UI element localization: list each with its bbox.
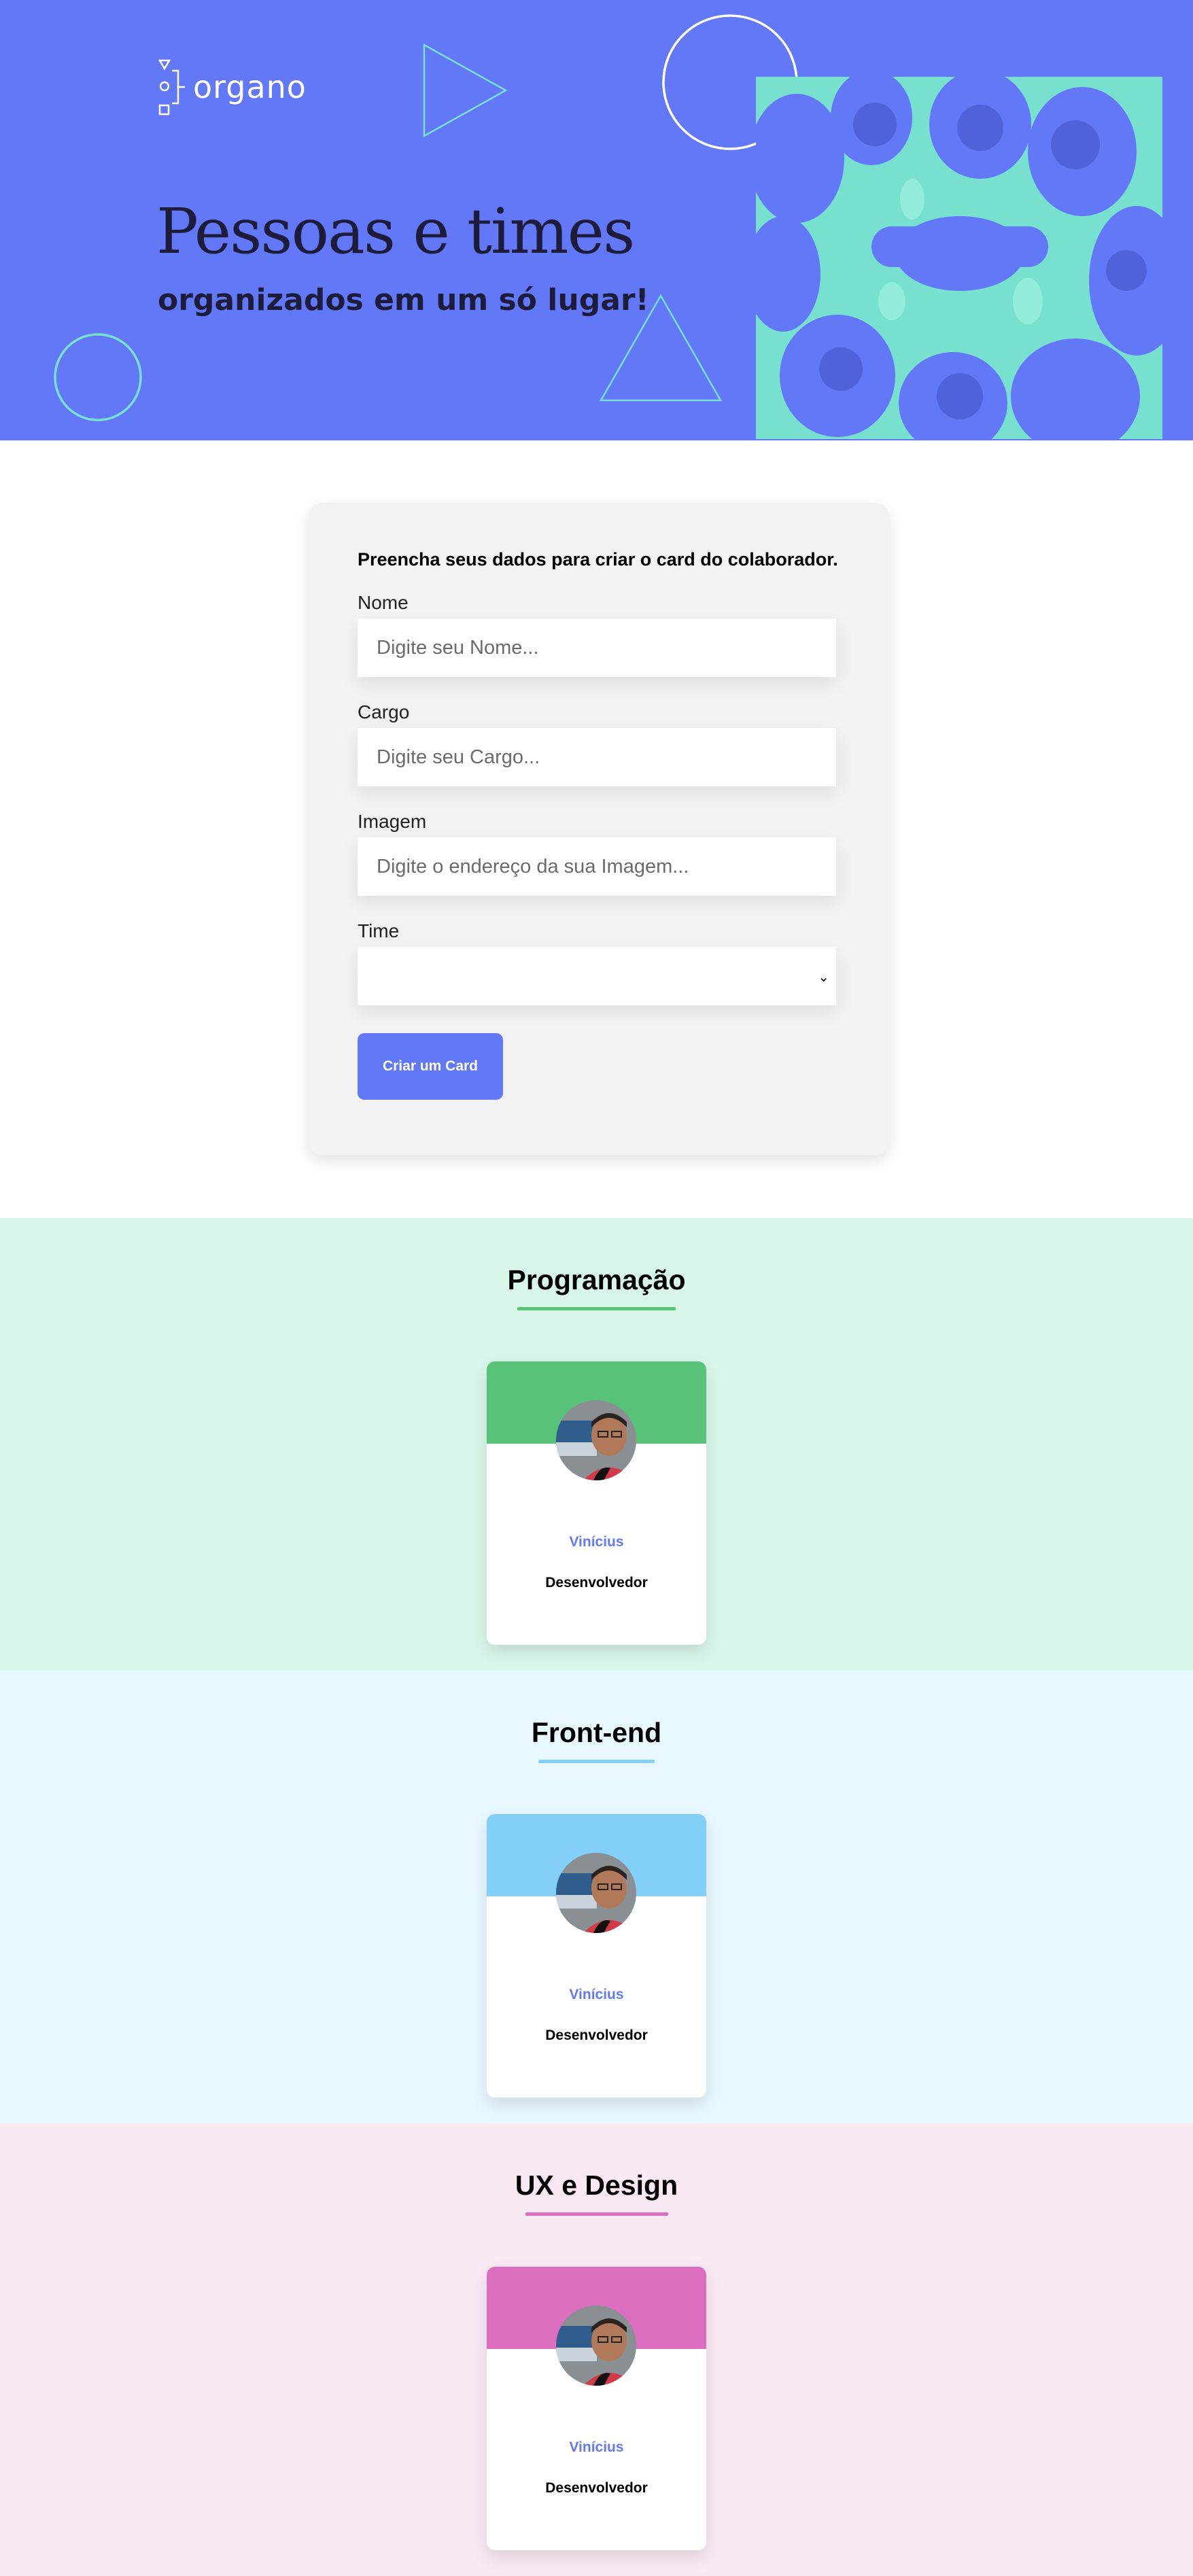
- form-heading: Preencha seus dados para criar o card do…: [358, 549, 838, 570]
- team-title-underline: [517, 1307, 676, 1310]
- image-url-input[interactable]: [358, 837, 836, 896]
- team-title: Front-end: [531, 1717, 662, 1748]
- team-section-programacao: Programação Vinícius Desenvolvedor: [0, 1218, 1193, 1671]
- card-name: Vinícius: [569, 2439, 624, 2455]
- avatar: [556, 2305, 636, 2386]
- image-label: Imagem: [358, 811, 427, 832]
- card-name: Vinícius: [569, 1534, 624, 1550]
- team-section-ux-design: UX e Design Vinícius Desenvolvedor: [0, 2123, 1193, 2576]
- card-role: Desenvolvedor: [545, 2027, 648, 2043]
- hero-title: Pessoas e times: [156, 195, 635, 268]
- name-label: Nome: [358, 592, 409, 613]
- logo-text: organo: [193, 69, 307, 105]
- team-title: Programação: [507, 1264, 686, 1295]
- collaborator-card[interactable]: Vinícius Desenvolvedor: [487, 2267, 706, 2550]
- team-select[interactable]: ⌄: [358, 947, 836, 1005]
- card-role: Desenvolvedor: [545, 1575, 648, 1590]
- avatar: [556, 1400, 636, 1480]
- team-hands-photo: [756, 77, 1162, 439]
- role-label: Cargo: [358, 701, 410, 723]
- name-input[interactable]: [358, 619, 836, 677]
- create-card-button[interactable]: Criar um Card: [358, 1033, 503, 1100]
- team-label: Time: [358, 920, 400, 941]
- circle-teal-decoration: [54, 333, 142, 421]
- hero-banner: organo Pessoas e times organizados em um…: [0, 0, 1193, 440]
- collaborator-card[interactable]: Vinícius Desenvolvedor: [487, 1361, 706, 1645]
- team-title-underline: [538, 1760, 655, 1763]
- role-input[interactable]: [358, 728, 836, 786]
- collaborator-form: Preencha seus dados para criar o card do…: [309, 503, 889, 1155]
- avatar: [556, 1853, 636, 1933]
- card-role: Desenvolvedor: [545, 2480, 648, 2496]
- triangle-right-decoration: [423, 43, 508, 138]
- chevron-down-icon: ⌄: [818, 970, 829, 985]
- card-name: Vinícius: [569, 1987, 624, 2002]
- logo[interactable]: organo: [158, 58, 307, 116]
- team-title: UX e Design: [515, 2170, 678, 2201]
- collaborator-card[interactable]: Vinícius Desenvolvedor: [487, 1814, 706, 2098]
- team-title-underline: [525, 2212, 668, 2216]
- team-section-front-end: Front-end Vinícius Desenvolvedor: [0, 1671, 1193, 2123]
- hero-subtitle: organizados em um só lugar!: [158, 283, 649, 317]
- form-section: Preencha seus dados para criar o card do…: [0, 440, 1193, 1218]
- logo-icon: [158, 59, 185, 116]
